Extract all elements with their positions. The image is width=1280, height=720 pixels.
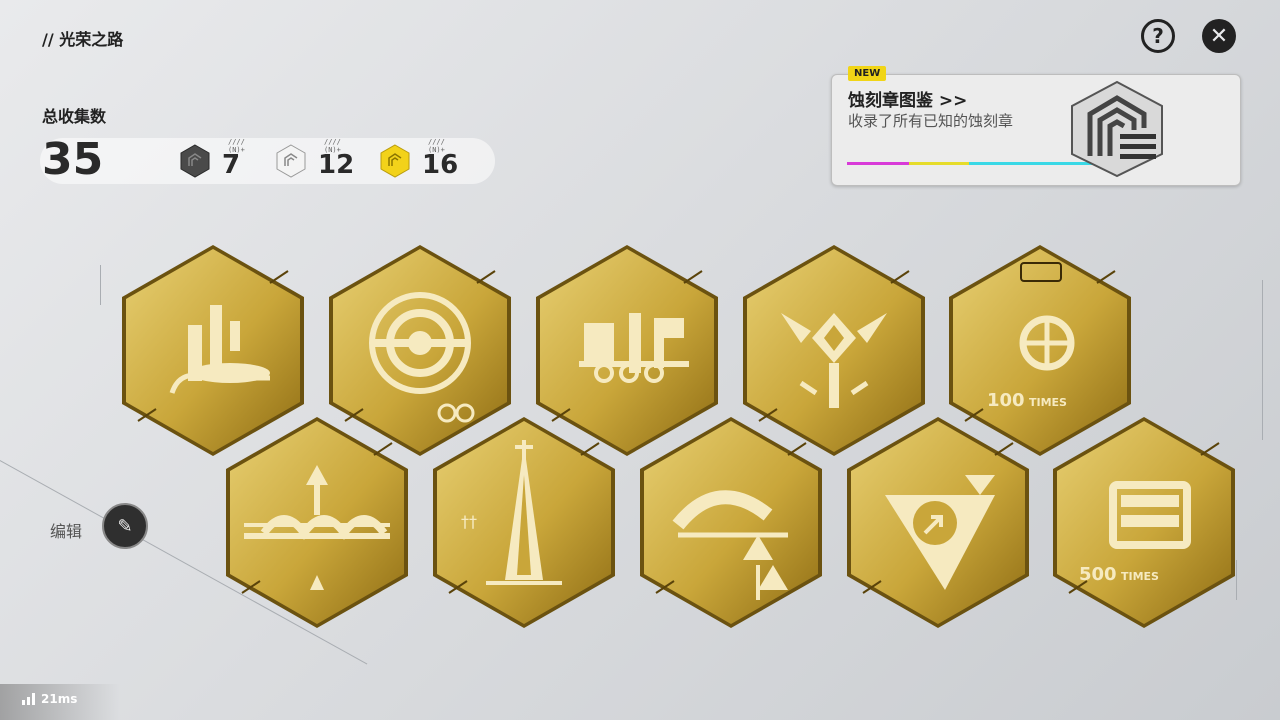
dark-hex-icon — [180, 144, 210, 178]
background-bracket-line — [100, 265, 101, 305]
gold-hex-icon — [380, 144, 410, 178]
ping-value: 21ms — [41, 692, 78, 706]
etching-badge-icon — [226, 417, 408, 628]
signal-bars-icon — [22, 693, 35, 705]
codex-stripe-yellow — [909, 162, 969, 165]
codex-emblem-icon — [1071, 80, 1163, 178]
etching-badge-icon — [847, 417, 1029, 628]
edit-button[interactable]: ✎ — [102, 503, 148, 549]
badge-10-500-times[interactable]: 500 TIMES — [1051, 415, 1237, 630]
badge-8-wing[interactable] — [638, 415, 824, 630]
svg-text:500: 500 — [1079, 564, 1117, 585]
svg-text:100: 100 — [987, 390, 1025, 411]
tier-silver-count: //// (N)+ 12 — [276, 138, 355, 180]
silver-hex-icon — [276, 144, 306, 178]
codex-subtitle: 收录了所有已知的蚀刻章 — [848, 112, 1014, 130]
help-button[interactable]: ? — [1141, 19, 1175, 53]
page-breadcrumb: // 光荣之路 — [42, 30, 124, 49]
tier-dark-count: //// (N)+ 7 — [180, 138, 245, 180]
close-x-icon: ✕ — [1209, 23, 1229, 49]
ping-indicator: 21ms — [22, 692, 77, 706]
etching-badge-icon: 500 TIMES — [1053, 417, 1235, 628]
tier-silver-value: 12 — [318, 150, 355, 180]
svg-text:TIMES: TIMES — [1121, 570, 1159, 583]
background-ruler-line — [1262, 280, 1263, 440]
badge-7-spire[interactable]: †† — [431, 415, 617, 630]
total-collected-value: 35 — [42, 134, 104, 185]
badge-6-bridge[interactable] — [224, 415, 410, 630]
question-mark-icon: ? — [1152, 24, 1164, 48]
codex-stripe-magenta — [847, 162, 909, 165]
tier-dark-value: 7 — [222, 150, 241, 180]
edit-pencil-icon: ✎ — [117, 515, 133, 537]
new-badge: NEW — [848, 66, 887, 81]
total-collected-label: 总收集数 — [42, 107, 107, 126]
svg-text:TIMES: TIMES — [1029, 396, 1067, 409]
tier-gold-value: 16 — [422, 150, 459, 180]
tier-gold-count: //// (N)+ 16 — [380, 138, 459, 180]
etching-badge-icon: †† — [433, 417, 615, 628]
etching-badge-icon — [640, 417, 822, 628]
edit-label: 编辑 — [50, 522, 83, 541]
badge-9-arrow[interactable] — [845, 415, 1031, 630]
close-button[interactable]: ✕ — [1202, 19, 1236, 53]
codex-title[interactable]: 蚀刻章图鉴 >> — [848, 86, 967, 111]
svg-text:††: †† — [461, 512, 477, 531]
